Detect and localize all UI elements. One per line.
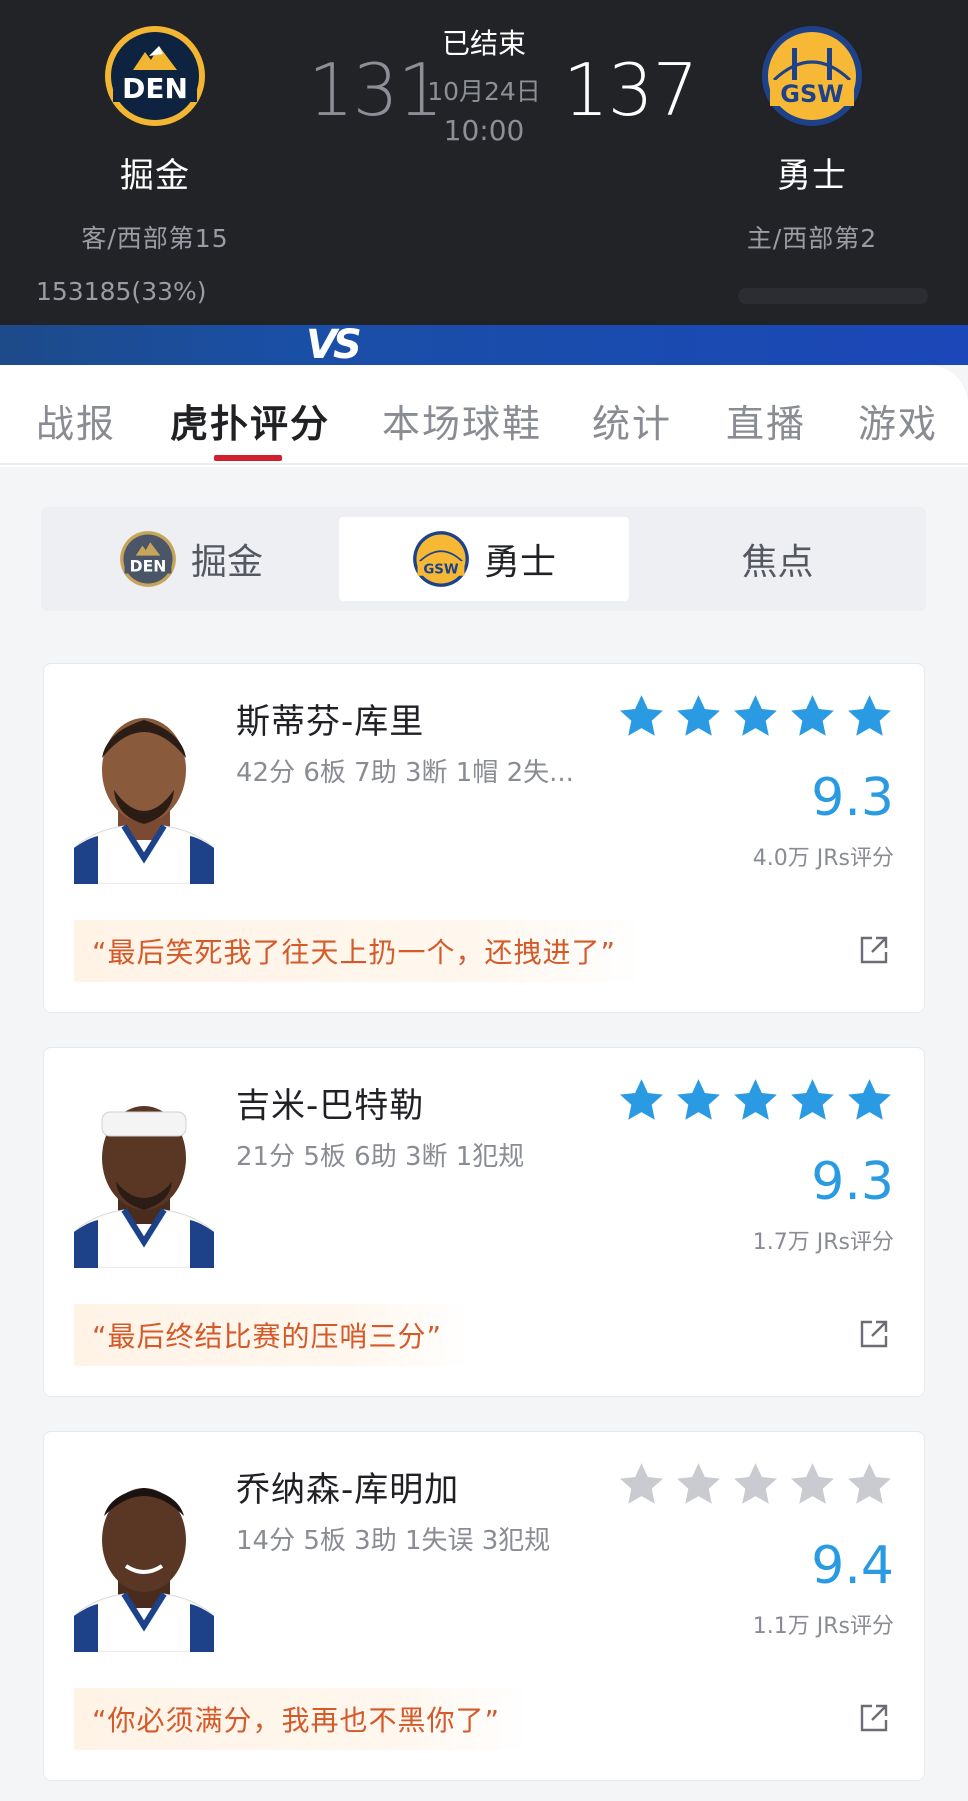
player-avatar [74,1082,214,1268]
player-card[interactable]: 斯蒂芬-库里 42分 6板 7助 3断 1帽 2失... 9.3 4.0万 JR… [43,663,925,1013]
star-icon[interactable] [617,1076,666,1125]
star-icon[interactable] [617,1460,666,1509]
svg-text:DEN: DEN [122,72,188,105]
tab-games[interactable]: 游戏 [858,393,938,448]
player-name: 乔纳森-库明加 [236,1470,460,1510]
top-comment[interactable]: “最后笑死我了往天上扔一个，还拽进了” [74,920,645,982]
player-stats: 21分 5板 6助 3断 1犯规 [236,1142,525,1172]
segment-den-label: 掘金 [190,542,263,583]
player-card[interactable]: 乔纳森-库明加 14分 5板 3助 1失误 3犯规 9.4 1.1万 JRs评分… [43,1431,925,1781]
tab-stats[interactable]: 统计 [592,393,672,448]
away-team-name: 掘金 [120,156,190,196]
segment-gsw-label: 勇士 [483,542,556,583]
game-date: 10月24日 [427,77,541,106]
tab-bar: 战报 虎扑评分 本场球鞋 统计 直播 游戏 [0,365,968,465]
player-card[interactable]: 吉米-巴特勒 21分 5板 6助 3断 1犯规 9.3 1.7万 JRs评分 “… [43,1047,925,1397]
home-team-rank: 主/西部第2 [746,224,878,253]
player-name: 斯蒂芬-库里 [236,702,425,742]
star-icon[interactable] [731,1076,780,1125]
active-tab-indicator [214,455,282,461]
star-icon[interactable] [788,1076,837,1125]
star-icon[interactable] [617,692,666,741]
star-icon[interactable] [731,1460,780,1509]
star-icon[interactable] [845,1076,894,1125]
vs-bar [0,325,968,365]
star-icon[interactable] [674,1076,723,1125]
star-icon[interactable] [788,1460,837,1509]
segment-focus[interactable]: 焦点 [629,517,926,601]
share-icon[interactable] [858,934,890,966]
svg-text:GSW: GSW [780,80,843,108]
player-avatar [74,1466,214,1652]
rating-votes: 1.1万 JRs评分 [752,1614,894,1639]
den-logo-icon: DEN [105,26,205,126]
player-stats: 42分 6板 7助 3断 1帽 2失... [236,758,574,788]
tab-report[interactable]: 战报 [36,393,116,448]
player-name: 吉米-巴特勒 [236,1086,425,1126]
rating-body: DEN 掘金 GSW 勇士 焦点 斯蒂芬-库里 42分 6板 7助 3断 1帽 … [0,467,968,1801]
vs-label: VS [306,322,362,368]
home-score: 137 [563,48,698,132]
game-time: 10:00 [443,114,525,147]
away-team[interactable]: DEN 掘金 客/西部第15 [25,24,285,255]
player-rating: 9.3 [811,768,894,828]
game-header: DEN 掘金 客/西部第15 131 已结束 10月24日 10:00 137 … [0,0,968,325]
player-stats: 14分 5板 3助 1失误 3犯规 [236,1526,551,1556]
star-icon[interactable] [845,1460,894,1509]
gsw-logo-icon: GSW [413,531,469,587]
tab-shoes[interactable]: 本场球鞋 [382,393,542,448]
star-rating[interactable] [617,1076,894,1125]
player-avatar [74,698,214,884]
star-rating[interactable] [617,692,894,741]
tab-live[interactable]: 直播 [726,393,806,448]
share-icon[interactable] [858,1702,890,1734]
home-team-name: 勇士 [777,156,847,196]
main-content: 战报 虎扑评分 本场球鞋 统计 直播 游戏 DEN 掘金 GSW 勇士 焦点 斯… [0,365,968,1801]
star-rating[interactable] [617,1460,894,1509]
team-segment-control: DEN 掘金 GSW 勇士 焦点 [41,507,926,611]
game-status: 已结束 [441,27,526,60]
player-rating: 9.3 [811,1152,894,1212]
share-icon[interactable] [858,1318,890,1350]
svg-text:DEN: DEN [130,557,167,575]
den-logo-icon: DEN [120,531,176,587]
player-rating: 9.4 [811,1536,894,1596]
svg-text:GSW: GSW [423,563,459,578]
away-team-rank: 客/西部第15 [81,224,229,253]
gsw-logo-icon: GSW [762,26,862,126]
star-icon[interactable] [674,1460,723,1509]
home-team[interactable]: GSW 勇士 主/西部第2 [682,24,942,255]
tab-rating[interactable]: 虎扑评分 [170,393,330,448]
star-icon[interactable] [731,692,780,741]
star-icon[interactable] [674,692,723,741]
home-support-blurred [738,288,928,304]
rating-votes: 4.0万 JRs评分 [752,846,894,871]
star-icon[interactable] [788,692,837,741]
rating-votes: 1.7万 JRs评分 [752,1230,894,1255]
top-comment[interactable]: “你必须满分，我再也不黑你了” [74,1688,529,1750]
away-support-count: 153185(33%) [36,277,207,306]
segment-gsw[interactable]: GSW 勇士 [339,517,629,601]
segment-den[interactable]: DEN 掘金 [41,517,341,601]
star-icon[interactable] [845,692,894,741]
top-comment[interactable]: “最后终结比赛的压哨三分” [74,1304,471,1366]
